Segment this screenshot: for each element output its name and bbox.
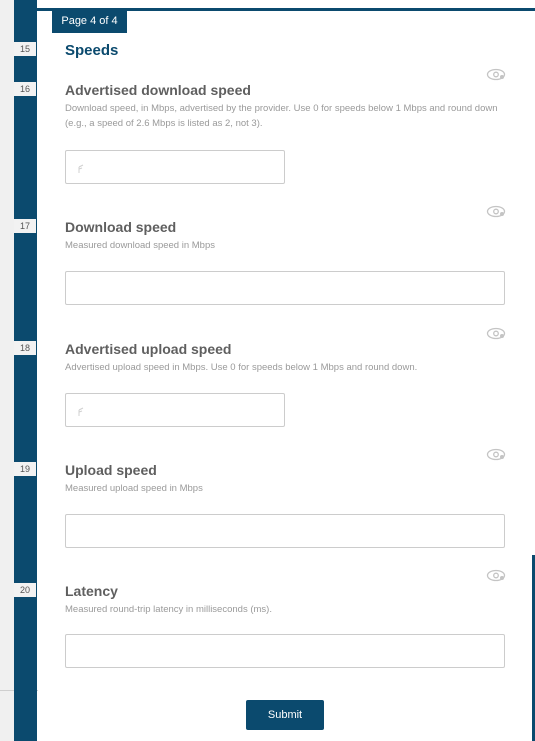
eye-icon[interactable] <box>486 569 506 582</box>
eye-icon[interactable] <box>486 448 506 461</box>
eye-icon[interactable] <box>486 205 506 218</box>
download-speed-input[interactable] <box>65 271 505 305</box>
question-description: Measured download speed in Mbps <box>65 240 215 251</box>
question-description: Measured round-trip latency in milliseco… <box>65 604 272 615</box>
advertised-upload-speed-input[interactable] <box>65 393 285 427</box>
question-number: 20 <box>14 583 36 597</box>
question-number: 17 <box>14 219 36 233</box>
pointer-cursor-icon <box>76 162 86 174</box>
question-title: Latency <box>65 583 118 599</box>
question-number: 16 <box>14 82 36 96</box>
pointer-cursor-icon <box>76 405 86 417</box>
question-number: 19 <box>14 462 36 476</box>
background-edge <box>0 0 14 741</box>
question-description: Measured upload speed in Mbps <box>65 483 203 494</box>
upload-speed-input[interactable] <box>65 514 505 548</box>
question-description: Download speed, in Mbps, advertised by t… <box>65 103 498 129</box>
question-title: Advertised download speed <box>65 82 251 98</box>
section-title: Speeds <box>65 42 119 59</box>
submit-button[interactable]: Submit <box>246 700 324 730</box>
question-number-15: 15 <box>14 42 36 56</box>
eye-icon[interactable] <box>486 68 506 81</box>
question-description: Advertised upload speed in Mbps. Use 0 f… <box>65 362 418 373</box>
question-title: Download speed <box>65 219 177 235</box>
latency-input[interactable] <box>65 634 505 668</box>
left-accent-rail <box>14 0 37 741</box>
eye-icon[interactable] <box>486 327 506 340</box>
advertised-download-speed-input[interactable] <box>65 150 285 184</box>
question-number: 18 <box>14 341 36 355</box>
page-indicator: Page 4 of 4 <box>52 11 127 33</box>
question-title: Upload speed <box>65 462 157 478</box>
question-title: Advertised upload speed <box>65 341 232 357</box>
